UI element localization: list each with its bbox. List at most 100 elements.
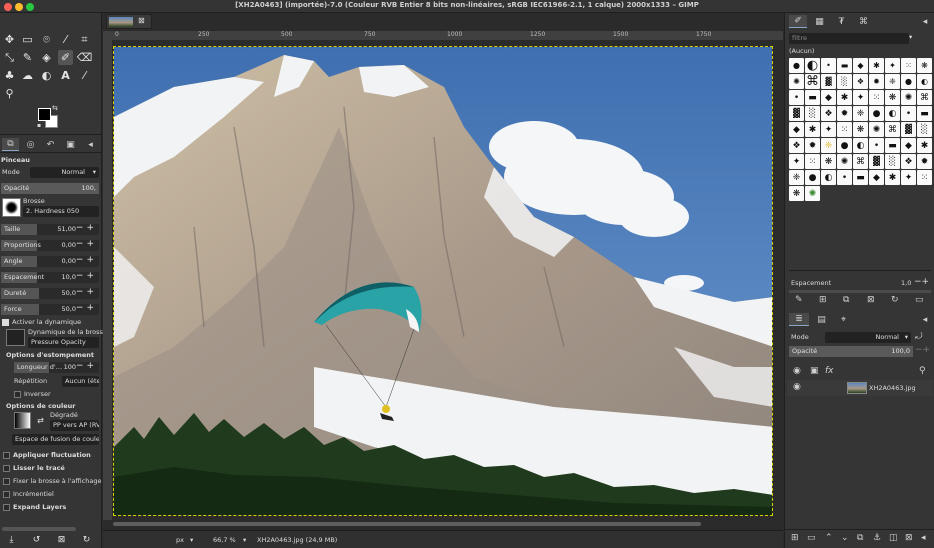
brush-thumbnail[interactable]: ▓	[869, 154, 884, 169]
default-colors-icon[interactable]: ▪	[37, 122, 41, 129]
free-select-icon[interactable]: ⌾	[39, 32, 54, 47]
plus-minus-icon[interactable]: −+	[76, 223, 97, 233]
option-checkbox[interactable]	[3, 465, 10, 472]
lower-layer-icon[interactable]: ⌄	[841, 533, 849, 543]
visibility-icon[interactable]: ◉	[793, 382, 801, 392]
plus-minus-icon[interactable]: −+	[914, 277, 929, 287]
plus-minus-icon[interactable]: −+	[76, 255, 97, 265]
brush-thumbnail[interactable]: ❖	[789, 138, 804, 153]
option-checkbox[interactable]	[3, 504, 10, 511]
brush-thumbnail[interactable]: ◆	[821, 90, 836, 105]
brush-thumbnail[interactable]: ✹	[805, 138, 820, 153]
layer-opacity-slider[interactable]: Opacité 100,0	[789, 346, 913, 357]
layers-tab[interactable]: ≣	[789, 313, 809, 326]
brush-thumbnail[interactable]: ◐	[885, 106, 900, 121]
new-layer-icon[interactable]: ⊞	[791, 533, 799, 543]
color-picker-icon[interactable]: ⁄	[77, 68, 92, 83]
opacity-slider[interactable]: Opacité 100,	[1, 183, 99, 194]
brush-thumbnail[interactable]: ❋	[885, 90, 900, 105]
plus-minus-icon[interactable]: −+	[76, 271, 97, 281]
lock-icon[interactable]: ▣	[810, 366, 819, 376]
brush-thumbnail[interactable]: ✺	[869, 122, 884, 137]
smudge-icon[interactable]: ☁	[20, 68, 35, 83]
crop-icon[interactable]: ⌗	[77, 32, 92, 47]
brush-thumbnail[interactable]: ❈	[789, 170, 804, 185]
transform-icon[interactable]: ⤡	[2, 50, 17, 65]
brush-thumbnail[interactable]: ❋	[821, 154, 836, 169]
brush-thumbnail[interactable]: ●	[805, 170, 820, 185]
brush-thumbnail[interactable]: ░	[805, 106, 820, 121]
brush-thumbnail[interactable]: ◐	[917, 74, 932, 89]
brush-thumbnail[interactable]: ❖	[821, 106, 836, 121]
brush-thumbnail[interactable]: ✦	[853, 90, 868, 105]
panel-menu-icon[interactable]: ◂	[919, 15, 931, 28]
brush-thumbnail[interactable]: ✱	[917, 138, 932, 153]
foreground-color-swatch[interactable]	[38, 108, 51, 121]
options-scrollbar[interactable]	[2, 527, 76, 531]
brush-thumbnail[interactable]: ▬	[853, 170, 868, 185]
dynamics-preview[interactable]	[6, 329, 25, 346]
brush-thumbnail[interactable]: •	[789, 90, 804, 105]
brush-thumbnail[interactable]: ⁙	[869, 90, 884, 105]
brush-thumbnail[interactable]: ◆	[789, 122, 804, 137]
brush-filter-input[interactable]: filtre	[789, 33, 909, 44]
brush-thumbnail[interactable]: ●	[837, 138, 852, 153]
warp-icon[interactable]: ✎	[20, 50, 35, 65]
brush-thumbnail[interactable]: ✺	[837, 154, 852, 169]
option-checkbox[interactable]	[3, 452, 10, 459]
brush-thumbnail[interactable]: ❖	[901, 154, 916, 169]
device-status-tab[interactable]: ◎	[22, 138, 39, 151]
patterns-tab[interactable]: ▦	[811, 15, 828, 28]
dynamics-value-field[interactable]: Pressure Opacity	[28, 337, 99, 348]
fonts-tab[interactable]: ₮	[833, 15, 850, 28]
gradient-value-field[interactable]: PP vers AP (RV	[50, 420, 99, 431]
dodge-icon[interactable]: ◐	[39, 68, 54, 83]
tool-options-tab[interactable]: ⧉	[2, 138, 19, 151]
option-checkbox[interactable]	[3, 478, 10, 485]
brush-name-field[interactable]: 2. Hardness 050	[23, 206, 99, 217]
brush-thumbnail[interactable]: ✺	[805, 186, 820, 201]
brush-thumbnail[interactable]: ▓	[901, 122, 916, 137]
swap-colors-icon[interactable]: ⇆	[52, 104, 58, 112]
brush-thumbnail[interactable]: •	[837, 170, 852, 185]
panel-menu-icon[interactable]: ◂	[919, 313, 931, 326]
fuzzy-select-icon[interactable]: ⁄	[58, 32, 73, 47]
brush-thumbnail[interactable]: •	[821, 58, 836, 73]
brush-thumbnail[interactable]: ◆	[869, 170, 884, 185]
brush-thumbnail[interactable]: ░	[917, 122, 932, 137]
brush-thumbnail[interactable]: ◆	[901, 138, 916, 153]
raise-layer-icon[interactable]: ⌃	[825, 533, 833, 543]
brush-thumbnail[interactable]: •	[869, 138, 884, 153]
refresh-brushes-icon[interactable]: ↻	[891, 295, 899, 305]
brush-thumbnail[interactable]: ❈	[853, 106, 868, 121]
brush-as-image-icon[interactable]: ▭	[915, 295, 924, 305]
brush-thumbnail[interactable]: ●	[901, 74, 916, 89]
reverse-gradient-icon[interactable]: ⇄	[33, 413, 48, 428]
mask-layer-icon[interactable]: ◫	[889, 533, 898, 543]
repeat-select[interactable]: Aucun (éte	[62, 376, 99, 387]
brush-thumbnail[interactable]: ✺	[901, 90, 916, 105]
text-tool-icon[interactable]: A	[58, 68, 73, 83]
brush-thumbnail[interactable]: ⌘	[805, 74, 820, 89]
clone-icon[interactable]: ♣	[2, 68, 17, 83]
brush-thumbnail[interactable]: ⌘	[917, 90, 932, 105]
reset-options-icon[interactable]: ↻	[79, 532, 94, 547]
duplicate-brush-icon[interactable]: ⧉	[843, 295, 849, 305]
fx-icon[interactable]: fx	[825, 366, 834, 376]
plus-minus-icon[interactable]: −+	[915, 345, 930, 355]
bucket-fill-icon[interactable]: ◈	[39, 50, 54, 65]
fade-length-slider[interactable]: Longueur d'… 100 −+	[14, 361, 99, 373]
delete-options-icon[interactable]: ⊠	[54, 532, 69, 547]
brush-thumbnail[interactable]: ⁙	[917, 170, 932, 185]
brush-preview[interactable]	[2, 198, 21, 217]
brush-thumbnail[interactable]: ⁙	[805, 154, 820, 169]
close-tab-icon[interactable]: ⊠	[138, 16, 145, 25]
panel-menu-icon[interactable]: ◂	[82, 138, 99, 151]
layer-mode-select[interactable]: Normal ▾	[825, 332, 911, 343]
brush-thumbnail[interactable]: ✹	[869, 74, 884, 89]
slider-1[interactable]: Proportions 0,00 −+	[1, 239, 99, 251]
brush-thumbnail[interactable]: ✱	[869, 58, 884, 73]
search-icon[interactable]: ⚲	[919, 366, 926, 376]
chevron-down-icon[interactable]: ▾	[909, 33, 912, 41]
paths-tab[interactable]: ⌖	[835, 313, 852, 326]
